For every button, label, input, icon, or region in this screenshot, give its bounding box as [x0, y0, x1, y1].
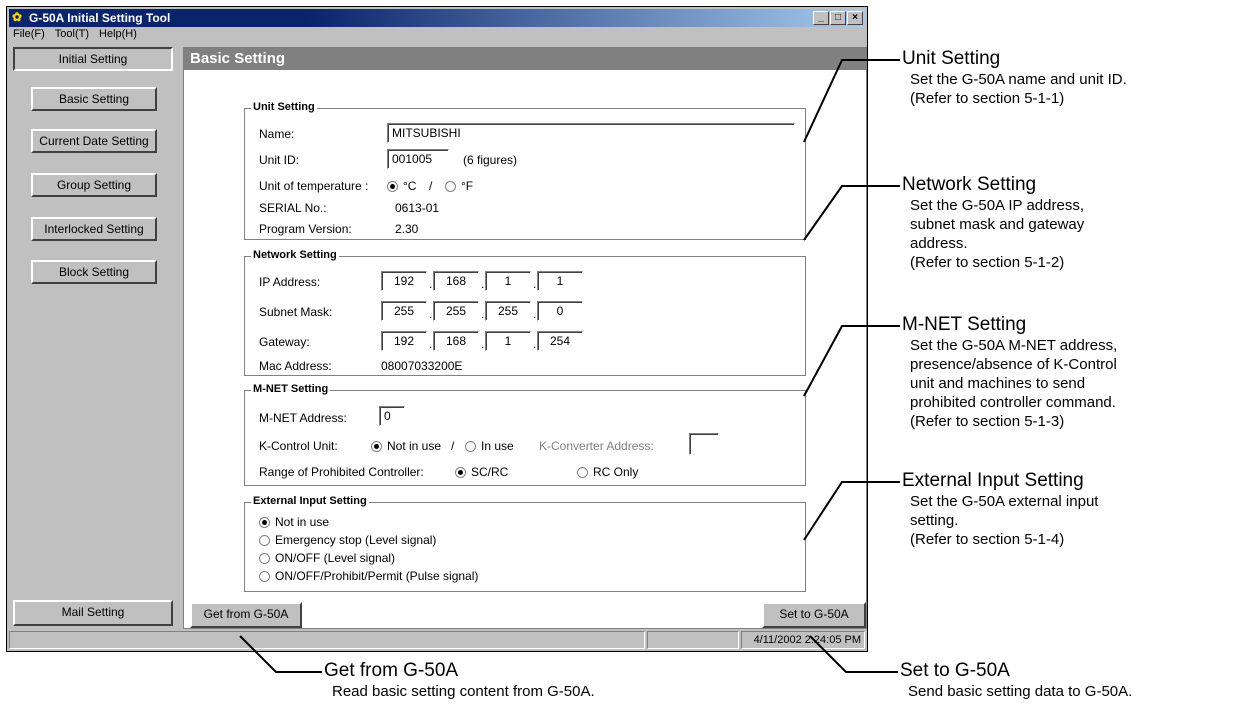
callout-desc-line: unit and machines to send [910, 375, 1086, 392]
callout-external-input-setting: External Input Setting Set the G-50A ext… [902, 470, 1098, 549]
callout-desc-line: Set the G-50A IP address, [910, 197, 1084, 214]
callout-title: M-NET Setting [902, 314, 1027, 335]
callout-network-setting: Network Setting Set the G-50A IP address… [902, 174, 1084, 272]
callout-get-from-g50a: Get from G-50A Read basic setting conten… [324, 660, 595, 701]
callout-desc-line: address. [910, 235, 968, 252]
callout-unit-setting: Unit Setting Set the G-50A name and unit… [902, 48, 1127, 108]
callout-desc-line: Set the G-50A name and unit ID. [910, 71, 1127, 88]
callout-desc-line: presence/absence of K-Control [910, 356, 1117, 373]
callout-title: Network Setting [902, 174, 1037, 195]
callout-desc-line: prohibited controller command. [910, 394, 1116, 411]
callout-title: Get from G-50A [324, 660, 459, 681]
callout-title: External Input Setting [902, 470, 1084, 491]
callout-desc-line: setting. [910, 512, 959, 529]
callout-desc-line: Set the G-50A external input [910, 493, 1099, 510]
callout-desc-line: Send basic setting data to G-50A. [908, 683, 1133, 700]
callout-desc-line: (Refer to section 5-1-1) [910, 90, 1065, 107]
callout-desc-line: subnet mask and gateway [910, 216, 1085, 233]
callout-title: Set to G-50A [900, 660, 1010, 681]
callout-desc-line: (Refer to section 5-1-4) [910, 531, 1065, 548]
callout-desc-line: (Refer to section 5-1-2) [910, 254, 1065, 271]
callout-desc-line: (Refer to section 5-1-3) [910, 413, 1065, 430]
callout-mnet-setting: M-NET Setting Set the G-50A M-NET addres… [902, 314, 1117, 431]
callout-title: Unit Setting [902, 48, 1001, 69]
callout-set-to-g50a: Set to G-50A Send basic setting data to … [900, 660, 1132, 701]
callout-desc-line: Read basic setting content from G-50A. [332, 683, 595, 700]
callout-desc-line: Set the G-50A M-NET address, [910, 337, 1118, 354]
